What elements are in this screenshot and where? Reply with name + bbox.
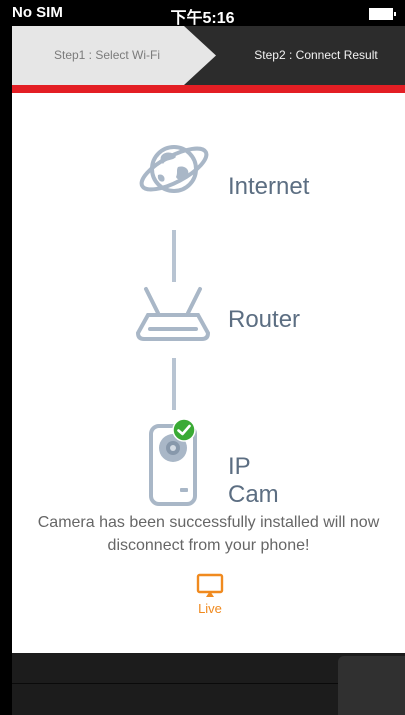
step2-label: Step2 : Connect Result — [254, 48, 378, 62]
connection-diagram: Internet Router IP Cam Camera has been s… — [12, 93, 405, 653]
toolbar-button[interactable] — [338, 656, 405, 715]
step1-tab: Step1 : Select Wi-Fi — [12, 26, 217, 85]
internet-label: Internet — [228, 173, 310, 200]
globe-icon — [139, 145, 209, 193]
live-label: Live — [198, 601, 222, 616]
live-monitor-icon — [196, 573, 224, 597]
status-clock: 下午5:16 — [170, 10, 235, 27]
step-indicator: Step1 : Select Wi-Fi Step2 : Connect Res… — [12, 26, 405, 85]
battery-icon — [369, 8, 396, 20]
status-bar: No SIM 下午5:16 — [0, 0, 405, 27]
connector-line — [172, 358, 176, 410]
connector-line — [172, 230, 176, 282]
step1-label: Step1 : Select Wi-Fi — [53, 48, 161, 62]
success-check-icon — [172, 418, 196, 442]
router-label: Router — [228, 306, 301, 333]
ipcam-label: IP Cam — [228, 453, 279, 508]
router-icon — [135, 287, 211, 341]
accent-divider — [12, 85, 405, 93]
app-screen: Step1 : Select Wi-Fi Step2 : Connect Res… — [12, 26, 405, 715]
bottom-toolbar — [12, 653, 405, 715]
live-button[interactable]: Live — [190, 573, 230, 621]
success-message: Camera has been successfully installed w… — [37, 514, 380, 554]
